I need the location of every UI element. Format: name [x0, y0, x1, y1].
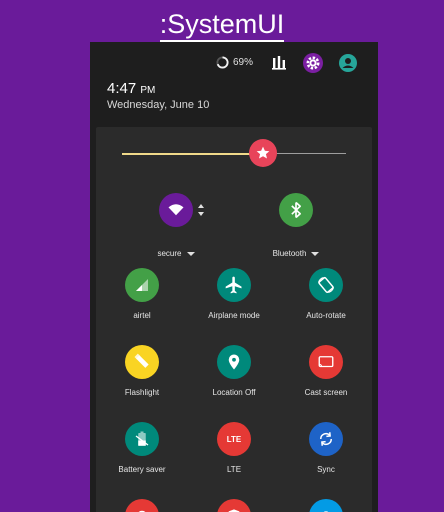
shield-icon	[228, 509, 240, 512]
wifi-tile-circle[interactable]	[159, 193, 204, 227]
status-bar: 69%	[90, 42, 378, 82]
rotate-tile-circle[interactable]	[309, 268, 343, 302]
app-title: :SystemUI	[0, 6, 444, 42]
wifi-tile-label-row[interactable]: secure	[126, 249, 226, 258]
airplane-icon	[225, 276, 242, 294]
tile-wifi[interactable]: secure	[126, 193, 226, 258]
camera-tile-circle[interactable]	[309, 499, 343, 512]
clock-time[interactable]: 4:47 PM	[107, 80, 155, 97]
rotate-tile-label: Auto-rotate	[306, 311, 346, 320]
star-icon	[256, 146, 270, 159]
bluetooth-icon	[291, 201, 301, 219]
flashlight-tile-label: Flashlight	[124, 388, 160, 397]
chevron-down-icon[interactable]	[311, 251, 320, 256]
sync-icon	[319, 432, 333, 446]
tile-battery-saver[interactable]: Battery saver	[96, 422, 188, 474]
tile-camera[interactable]	[280, 499, 372, 512]
location-icon	[228, 354, 240, 370]
hotspot-icon	[138, 510, 146, 512]
bluetooth-tile-circle[interactable]	[279, 193, 313, 227]
airplane-tile-circle[interactable]	[217, 268, 251, 302]
tile-bluetooth[interactable]: Bluetooth	[246, 193, 346, 258]
lte-tile-circle[interactable]: LTE	[217, 422, 251, 456]
battery-saver-icon	[135, 431, 149, 446]
quick-settings-panel: secure Bluetooth airtel Airplane mode Au…	[96, 127, 372, 512]
tile-cast-screen[interactable]: Cast screen	[280, 345, 372, 397]
clock-date[interactable]: Wednesday, June 10	[107, 99, 209, 111]
tile-hotspot[interactable]	[96, 499, 188, 512]
wifi-tile-label: secure	[157, 249, 182, 258]
brightness-thumb[interactable]	[249, 139, 277, 167]
phone-screen: 69% 4:47 PM Wednesday, June 10 secure Bl…	[90, 42, 378, 512]
battery-percent: 69%	[233, 57, 254, 68]
chevron-down-icon[interactable]	[186, 251, 195, 256]
location-tile-circle[interactable]	[217, 345, 251, 379]
tile-airtel[interactable]: airtel	[96, 268, 188, 320]
equalizer-icon[interactable]	[268, 52, 290, 74]
rotate-icon	[317, 276, 335, 294]
cast-tile-label: Cast screen	[304, 388, 348, 397]
battery-ring-icon	[216, 56, 229, 69]
airplane-tile-label: Airplane mode	[208, 311, 260, 320]
bluetooth-tile-label-row[interactable]: Bluetooth	[246, 249, 346, 258]
lte-tile-label: LTE	[226, 465, 242, 474]
tile-flashlight[interactable]: Flashlight	[96, 345, 188, 397]
tile-airplane-mode[interactable]: Airplane mode	[188, 268, 280, 320]
tile-lte[interactable]: LTE LTE	[188, 422, 280, 474]
cast-icon	[318, 356, 334, 368]
location-tile-label: Location Off	[212, 388, 256, 397]
flashlight-tile-circle[interactable]	[125, 345, 159, 379]
battery-saver-tile-label: Battery saver	[118, 465, 166, 474]
sync-tile-label: Sync	[317, 465, 335, 474]
tile-sync[interactable]: Sync	[280, 422, 372, 474]
settings-gear-icon[interactable]	[302, 52, 324, 74]
airtel-tile-label: airtel	[133, 311, 151, 320]
sync-tile-circle[interactable]	[309, 422, 343, 456]
cast-tile-circle[interactable]	[309, 345, 343, 379]
shield-tile-circle[interactable]	[217, 499, 251, 512]
signal-icon	[136, 279, 148, 291]
lte-icon: LTE	[226, 434, 242, 444]
data-activity-icon	[198, 204, 204, 216]
tile-shield[interactable]	[188, 499, 280, 512]
battery-saver-tile-circle[interactable]	[125, 422, 159, 456]
brightness-track-filled	[122, 153, 264, 155]
flashlight-icon	[134, 353, 149, 368]
hotspot-tile-circle[interactable]	[125, 499, 159, 512]
bluetooth-tile-label: Bluetooth	[272, 249, 307, 258]
wifi-icon	[168, 204, 184, 216]
tile-auto-rotate[interactable]: Auto-rotate	[280, 268, 372, 320]
account-icon[interactable]	[337, 52, 359, 74]
tile-location[interactable]: Location Off	[188, 345, 280, 397]
airtel-tile-circle[interactable]	[125, 268, 159, 302]
camera-icon	[324, 511, 328, 512]
